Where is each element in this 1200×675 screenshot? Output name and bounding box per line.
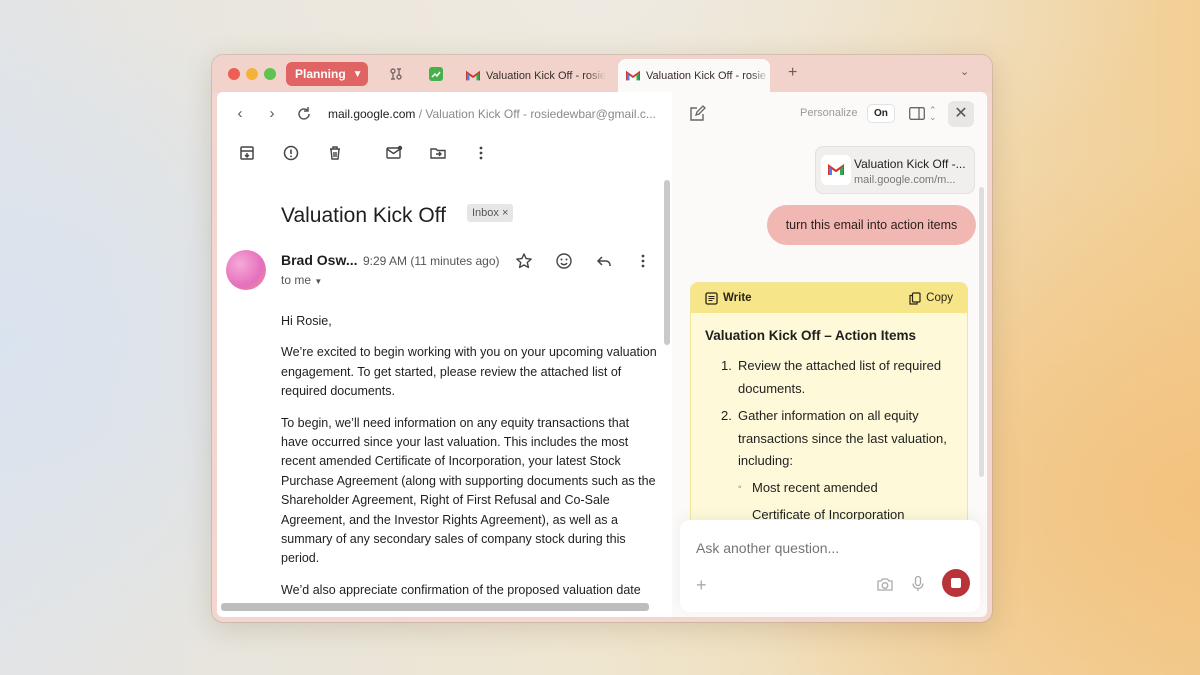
email-toolbar [217, 144, 672, 170]
assistant-scrollbar[interactable] [979, 187, 984, 477]
url-host: mail.google.com [328, 107, 416, 121]
email-body: Hi Rosie, We’re excited to begin working… [281, 312, 657, 612]
browser-window: Planning ▼ Valuation Kick Off - rosie Va… [212, 55, 992, 622]
context-url: mail.google.com/m... [854, 174, 956, 186]
add-attachment-icon[interactable]: + [696, 575, 707, 596]
item-text: Review the attached list of required doc… [738, 358, 942, 396]
bullet-icon: ◦ [738, 481, 742, 493]
more-options-icon[interactable] [472, 144, 492, 164]
user-message: turn this email into action items [767, 205, 976, 245]
new-chat-icon[interactable] [688, 105, 706, 123]
context-title: Valuation Kick Off -... [854, 157, 966, 171]
close-window-button[interactable] [228, 68, 240, 80]
recipient-details[interactable]: to me ▼ [281, 273, 322, 287]
tab-bar: Planning ▼ Valuation Kick Off - rosie Va… [212, 55, 992, 92]
reply-icon[interactable] [595, 252, 613, 270]
horizontal-scrollbar[interactable] [221, 603, 649, 611]
gmail-icon [466, 70, 480, 80]
question-composer: + [680, 520, 980, 612]
stop-generation-button[interactable] [942, 569, 970, 597]
url-text[interactable]: mail.google.com / Valuation Kick Off - r… [328, 107, 668, 121]
tab-title: Valuation Kick Off - rosie [646, 69, 767, 82]
gmail-icon [821, 155, 851, 185]
personalize-toggle[interactable]: On [867, 104, 895, 123]
sub-list: ◦ Most recent amended Certificate of Inco… [738, 477, 967, 527]
list-item: 2. Gather information on all equity tran… [721, 405, 967, 527]
space-selector[interactable]: Planning ▼ [286, 62, 368, 86]
personalize-label: Personalize [800, 107, 858, 119]
space-label: Planning [295, 67, 346, 81]
mark-unread-icon[interactable] [385, 144, 405, 164]
response-header: Write Copy [691, 283, 967, 313]
zoom-window-button[interactable] [264, 68, 276, 80]
action-items-list: 1. Review the attached list of required … [721, 355, 967, 527]
sheets-app-icon[interactable] [428, 66, 444, 82]
chevron-down-icon: ▼ [352, 68, 363, 80]
inbox-label[interactable]: Inbox × [467, 204, 514, 222]
chevron-updown-icon: ⌃ ⌄ [929, 105, 937, 122]
close-assistant-button[interactable]: ✕ [948, 101, 974, 127]
gmail-pane: ‹ › mail.google.com / Valuation Kick Off… [217, 92, 672, 617]
vertical-scrollbar[interactable] [664, 180, 670, 345]
gmail-icon [626, 70, 640, 80]
sidebar-layout-icon[interactable]: ⌃ ⌄ [909, 105, 937, 122]
email-subject: Valuation Kick Off [281, 204, 446, 227]
minimize-window-button[interactable] [246, 68, 258, 80]
message-more-icon[interactable] [634, 252, 652, 270]
ask-input[interactable] [696, 540, 956, 556]
item-number: 1. [721, 358, 732, 373]
camera-icon[interactable] [876, 576, 894, 592]
archive-icon[interactable] [238, 144, 258, 164]
reload-icon[interactable] [295, 105, 313, 123]
address-bar: ‹ › mail.google.com / Valuation Kick Off… [217, 92, 672, 136]
item-text: Gather information on all equity transac… [738, 408, 947, 468]
response-title: Valuation Kick Off – Action Items [705, 328, 917, 343]
tab-list-chevron-icon[interactable]: ⌄ [960, 65, 969, 78]
url-path: / Valuation Kick Off - rosiedewbar@gmail… [415, 107, 656, 121]
emoji-reaction-icon[interactable] [555, 252, 573, 270]
copy-icon [909, 291, 921, 305]
move-to-icon[interactable] [429, 144, 449, 164]
page-context-card[interactable]: Valuation Kick Off -... mail.google.com/… [815, 146, 975, 194]
write-label: Write [723, 292, 752, 304]
write-icon [705, 291, 718, 305]
recipient-text: to me [281, 273, 312, 287]
assistant-pane: Personalize On ⌃ ⌄ ✕ Valuation Kick Off -… [672, 92, 987, 617]
email-paragraph: We’d also appreciate confirmation of the… [281, 582, 641, 597]
item-number: 2. [721, 408, 732, 423]
back-arrow-icon[interactable]: ‹ [231, 105, 249, 123]
inbox-label-text: Inbox [472, 207, 499, 219]
list-item: 1. Review the attached list of required … [721, 355, 967, 400]
sub-item-text: Most recent amended [752, 479, 878, 495]
sender-name[interactable]: Brad Osw... [281, 252, 358, 268]
report-spam-icon[interactable] [282, 144, 302, 164]
sender-avatar[interactable] [226, 250, 266, 290]
stop-icon [951, 578, 961, 588]
delete-icon[interactable] [326, 144, 346, 164]
new-tab-button[interactable]: + [788, 64, 797, 82]
app-shortcut-icon[interactable] [388, 66, 404, 82]
assistant-header: Personalize On ⌃ ⌄ ✕ [672, 92, 987, 136]
email-paragraph: We’re excited to begin working with you … [281, 345, 657, 399]
tab-valuation-1[interactable]: Valuation Kick Off - rosie [466, 59, 606, 92]
caret-down-icon: ▼ [314, 277, 323, 286]
tab-valuation-active[interactable]: Valuation Kick Off - rosie [618, 59, 770, 92]
email-paragraph: Hi Rosie, [281, 314, 332, 328]
forward-arrow-icon[interactable]: › [263, 105, 281, 123]
star-icon[interactable] [515, 252, 533, 270]
email-paragraph: To begin, we’ll need information on any … [281, 415, 656, 566]
copy-label: Copy [926, 292, 953, 304]
sent-time: 9:29 AM (11 minutes ago) [363, 254, 500, 268]
write-button[interactable]: Write [705, 291, 752, 305]
copy-button[interactable]: Copy [909, 291, 953, 305]
microphone-icon[interactable] [910, 575, 926, 593]
sub-list-item: ◦ Most recent amended [738, 477, 967, 500]
remove-label-icon[interactable]: × [502, 207, 508, 219]
